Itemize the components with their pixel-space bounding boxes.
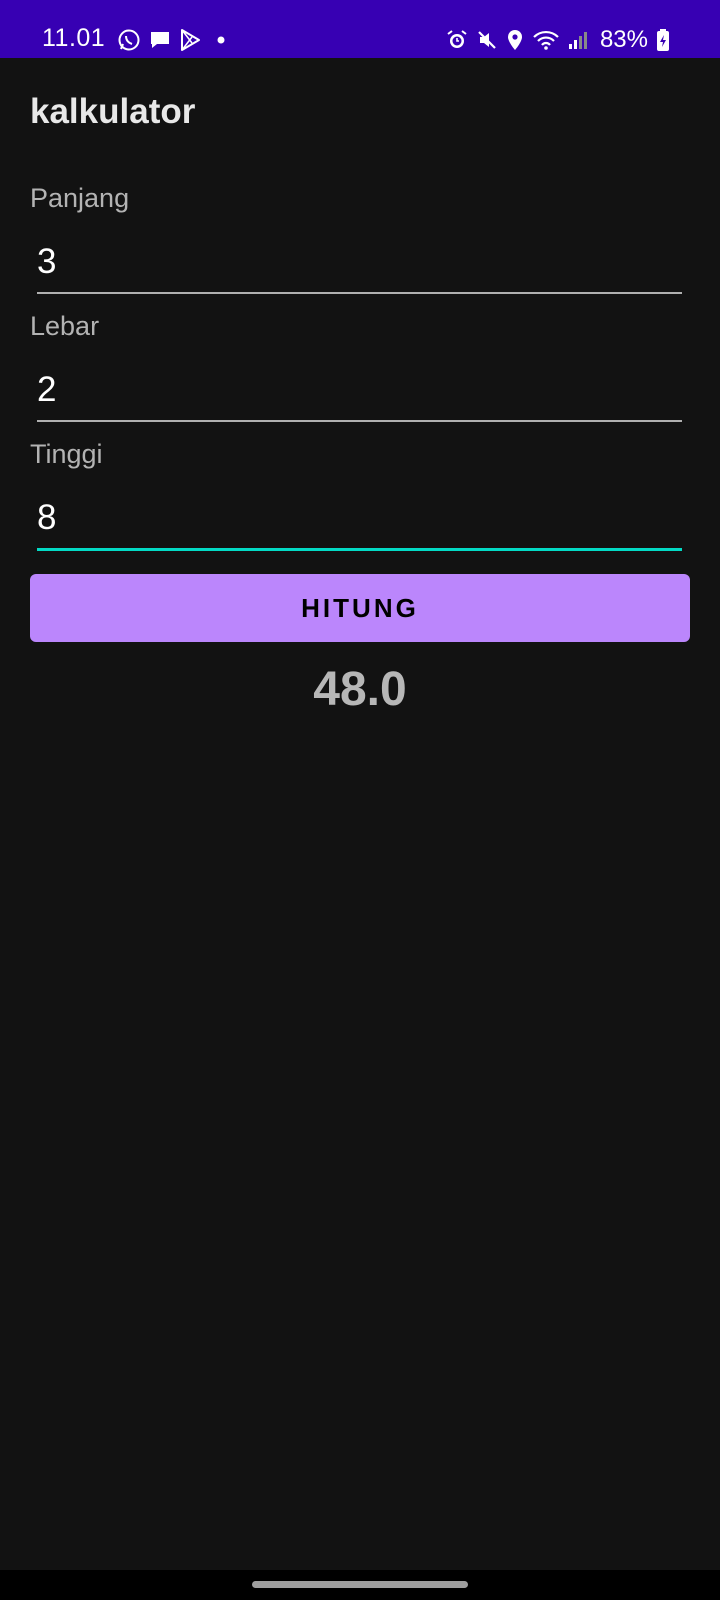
system-icons: 83% xyxy=(446,26,670,53)
message-icon xyxy=(149,29,171,51)
dot-icon xyxy=(209,30,229,50)
panjang-label: Panjang xyxy=(30,183,130,213)
alarm-icon xyxy=(446,29,468,51)
battery-percentage: 83% xyxy=(599,26,648,53)
tinggi-label: Tinggi xyxy=(30,439,103,469)
panjang-input[interactable] xyxy=(37,232,682,294)
hitung-button[interactable]: HITUNG xyxy=(30,574,690,642)
navigation-bar xyxy=(0,1570,720,1600)
whatsapp-icon xyxy=(117,28,141,52)
app-title: kalkulator xyxy=(30,92,196,131)
home-gesture-handle[interactable] xyxy=(252,1581,468,1588)
signal-icon xyxy=(568,29,590,51)
lebar-label: Lebar xyxy=(30,311,100,341)
wifi-icon xyxy=(532,29,560,51)
status-time: 11.01 xyxy=(42,24,106,52)
app-screen: 11.01 83% kalkulator Panjang 3 Lebar 2 T… xyxy=(0,0,720,1600)
notification-icons xyxy=(117,27,229,53)
status-bar: 11.01 83% xyxy=(0,0,720,58)
mute-icon xyxy=(476,29,498,51)
result-text: 48.0 xyxy=(313,663,407,716)
location-icon xyxy=(506,29,524,51)
play-store-icon xyxy=(179,28,201,52)
tinggi-input[interactable] xyxy=(37,488,682,551)
lebar-input[interactable] xyxy=(37,360,682,422)
battery-icon xyxy=(656,28,670,52)
